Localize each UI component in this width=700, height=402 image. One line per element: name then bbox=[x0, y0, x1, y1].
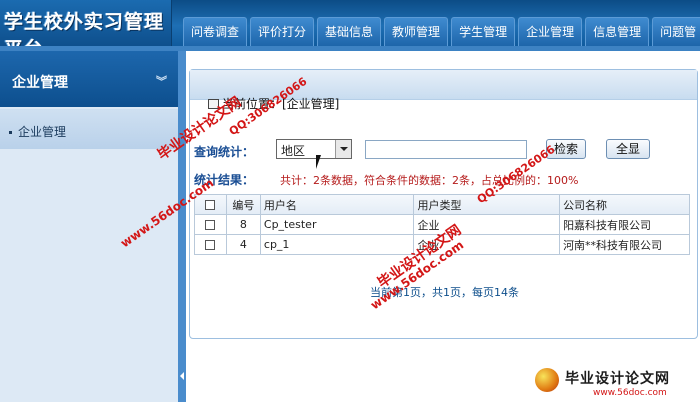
dropdown-arrow-icon[interactable] bbox=[335, 140, 351, 158]
column-header: 编号 bbox=[225, 194, 261, 215]
sidebar-splitter[interactable] bbox=[178, 51, 186, 402]
main-topbar bbox=[186, 51, 700, 69]
pagination-info: 当前第1页，共1页，每页14条 bbox=[370, 286, 519, 299]
checkbox-icon[interactable] bbox=[205, 200, 216, 210]
search-input[interactable] bbox=[365, 140, 527, 159]
sidebar-item-label: 企业管理 bbox=[18, 125, 67, 139]
column-header: 用户类型 bbox=[413, 194, 561, 215]
sidebar-section-header[interactable]: 企业管理 ︾ bbox=[0, 51, 180, 107]
query-label: 查询统计： bbox=[194, 145, 255, 159]
breadcrumb-text: 当前位置：[企业管理] bbox=[222, 97, 340, 111]
cell-user-type: 企业 bbox=[413, 234, 561, 255]
row-checkbox[interactable] bbox=[194, 214, 227, 235]
logo-area: 学生校外实习管理平台 bbox=[0, 0, 172, 60]
column-header: 用户名 bbox=[259, 194, 415, 215]
cell-username: Cp_tester bbox=[259, 214, 415, 235]
sidebar-item-company-management[interactable]: 企业管理 bbox=[0, 109, 180, 149]
cell-number: 8 bbox=[225, 214, 261, 235]
tab-basic-info[interactable]: 基础信息 bbox=[317, 17, 382, 46]
top-header: 学生校外实习管理平台 问卷调查 评价打分 基础信息 教师管理 学生管理 企业管理… bbox=[0, 0, 700, 60]
tab-questionnaire[interactable]: 问卷调查 bbox=[183, 17, 248, 46]
tab-info-management[interactable]: 信息管理 bbox=[585, 17, 650, 46]
corner-site-name: 毕业设计论文网 bbox=[565, 371, 670, 387]
corner-watermark-logo: 毕业设计论文网 www.56doc.com bbox=[535, 366, 700, 402]
company-table: 编号 用户名 用户类型 公司名称 8 Cp_tester 企业 阳嘉科技有限公司… bbox=[194, 194, 690, 255]
tab-teacher-management[interactable]: 教师管理 bbox=[384, 17, 449, 46]
chevron-down-icon[interactable]: ︾ bbox=[156, 73, 170, 88]
table-header-row: 编号 用户名 用户类型 公司名称 bbox=[194, 194, 690, 215]
cell-company: 阳嘉科技有限公司 bbox=[559, 214, 690, 235]
region-select[interactable]: 地区 bbox=[276, 139, 352, 159]
page-icon bbox=[208, 99, 219, 109]
sidebar-title: 企业管理 bbox=[12, 75, 68, 91]
tab-student-management[interactable]: 学生管理 bbox=[451, 17, 516, 46]
stats-text: 共计：2条数据，符合条件的数据：2条，占总比例的：100% bbox=[280, 174, 579, 187]
checkbox-icon[interactable] bbox=[205, 240, 216, 250]
stats-label: 统计结果： bbox=[194, 173, 255, 187]
sidebar: 企业管理 ︾ 企业管理 bbox=[0, 51, 180, 402]
cell-username: cp_1 bbox=[259, 234, 415, 255]
bullet-icon bbox=[9, 131, 12, 134]
query-row: 查询统计： 地区 检索 全显 bbox=[194, 139, 694, 161]
main-nav: 问卷调查 评价打分 基础信息 教师管理 学生管理 企业管理 信息管理 问题管 bbox=[183, 17, 700, 46]
cell-number: 4 bbox=[225, 234, 261, 255]
cell-user-type: 企业 bbox=[413, 214, 561, 235]
collapse-arrow-icon[interactable] bbox=[180, 372, 184, 380]
mouse-cursor-icon bbox=[316, 155, 321, 169]
show-all-button[interactable]: 全显 bbox=[606, 139, 650, 159]
table-row[interactable]: 4 cp_1 企业 河南**科技有限公司 bbox=[194, 234, 690, 255]
checkbox-icon[interactable] bbox=[205, 220, 216, 230]
main-content: 当前第1页，共1页，每页14条 当前位置：[企业管理] 查询统计： 地区 检索 … bbox=[186, 51, 700, 402]
select-all-checkbox[interactable] bbox=[194, 194, 227, 215]
column-header: 公司名称 bbox=[559, 194, 690, 215]
tab-evaluation[interactable]: 评价打分 bbox=[250, 17, 315, 46]
cell-company: 河南**科技有限公司 bbox=[559, 234, 690, 255]
tab-question-management[interactable]: 问题管 bbox=[652, 17, 700, 46]
logo-icon bbox=[535, 368, 559, 392]
row-checkbox[interactable] bbox=[194, 234, 227, 255]
breadcrumb: 当前位置：[企业管理] bbox=[208, 95, 339, 112]
stats-row: 统计结果： 共计：2条数据，符合条件的数据：2条，占总比例的：100% bbox=[194, 171, 694, 187]
search-button[interactable]: 检索 bbox=[546, 139, 586, 159]
corner-site-url: www.56doc.com bbox=[593, 388, 667, 398]
tab-company-management[interactable]: 企业管理 bbox=[518, 17, 583, 46]
select-value: 地区 bbox=[281, 144, 306, 158]
table-row[interactable]: 8 Cp_tester 企业 阳嘉科技有限公司 bbox=[194, 214, 690, 235]
